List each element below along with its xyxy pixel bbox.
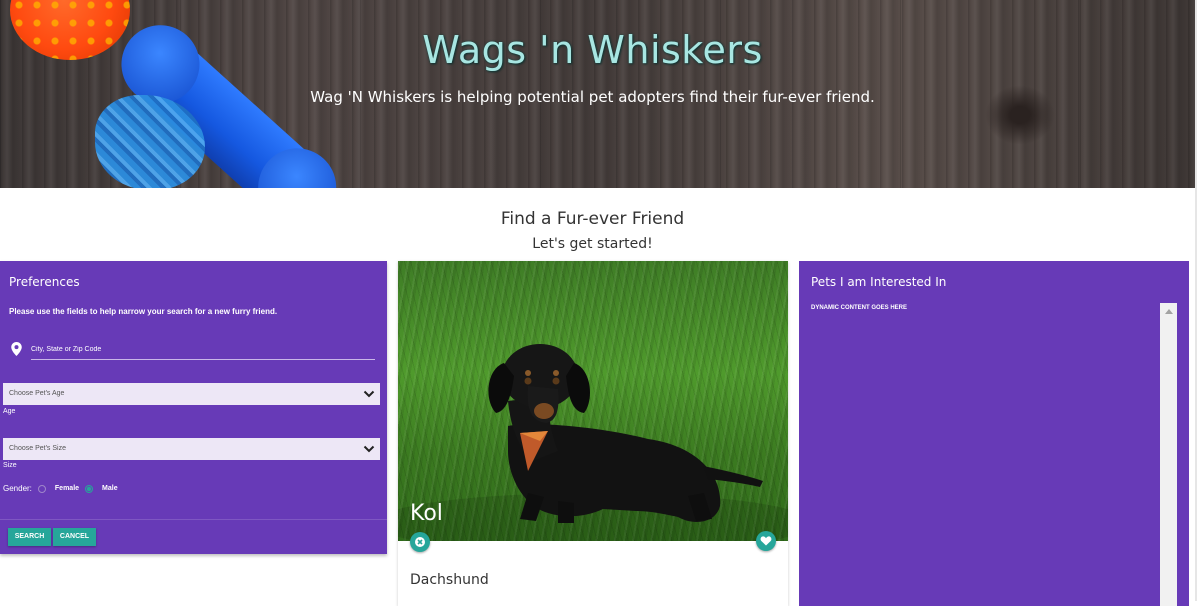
dachshund-image bbox=[398, 344, 788, 541]
interested-content: DYNAMIC CONTENT GOES HERE bbox=[811, 305, 908, 311]
pet-name: Kol bbox=[410, 501, 443, 526]
gender-field: Gender: Female Male bbox=[3, 484, 118, 493]
gender-label: Gender: bbox=[3, 484, 32, 493]
heart-icon bbox=[760, 536, 772, 546]
location-input[interactable] bbox=[31, 340, 375, 360]
scroll-up-icon[interactable] bbox=[1165, 309, 1173, 314]
cancel-button[interactable]: Cancel bbox=[53, 528, 96, 546]
chevron-down-icon bbox=[363, 390, 375, 398]
site-title: Wags 'n Whiskers bbox=[422, 28, 763, 72]
interested-scrollbar[interactable] bbox=[1160, 303, 1177, 606]
gender-radio-female[interactable] bbox=[37, 484, 46, 493]
reject-button[interactable] bbox=[410, 532, 430, 552]
size-label: Size bbox=[3, 462, 17, 469]
section-title: Find a Fur-ever Friend bbox=[500, 209, 685, 229]
pet-card: Kol Dachshund bbox=[398, 261, 788, 606]
age-label: Age bbox=[3, 408, 16, 415]
favorite-button[interactable] bbox=[756, 531, 776, 551]
preferences-title: Preferences bbox=[9, 275, 80, 289]
interested-card: Pets I am Interested In DYNAMIC CONTENT … bbox=[799, 261, 1189, 606]
section-subtitle: Let's get started! bbox=[532, 236, 653, 252]
gender-radio-male[interactable] bbox=[85, 484, 94, 493]
size-select-value: Choose Pet's Size bbox=[9, 445, 66, 452]
interested-title: Pets I am Interested In bbox=[811, 275, 947, 289]
pet-photo bbox=[398, 261, 788, 541]
preferences-card: Preferences Please use the fields to hel… bbox=[0, 261, 387, 554]
search-button[interactable]: Search bbox=[8, 528, 51, 546]
chevron-down-icon bbox=[363, 445, 375, 453]
pet-breed: Dachshund bbox=[410, 572, 489, 588]
hero-banner: Wags 'n Whiskers Wag 'N Whiskers is help… bbox=[0, 0, 1195, 188]
close-icon bbox=[415, 537, 425, 547]
location-pin-icon bbox=[11, 342, 22, 356]
preferences-description: Please use the fields to help narrow you… bbox=[9, 307, 278, 316]
size-select[interactable]: Choose Pet's Size bbox=[3, 438, 380, 460]
card-divider bbox=[0, 519, 387, 520]
age-select-value: Choose Pet's Age bbox=[9, 390, 65, 397]
gender-option-male[interactable]: Male bbox=[102, 485, 118, 492]
age-select[interactable]: Choose Pet's Age bbox=[3, 383, 380, 405]
gender-option-female[interactable]: Female bbox=[55, 485, 79, 492]
site-subtitle: Wag 'N Whiskers is helping potential pet… bbox=[310, 88, 875, 106]
